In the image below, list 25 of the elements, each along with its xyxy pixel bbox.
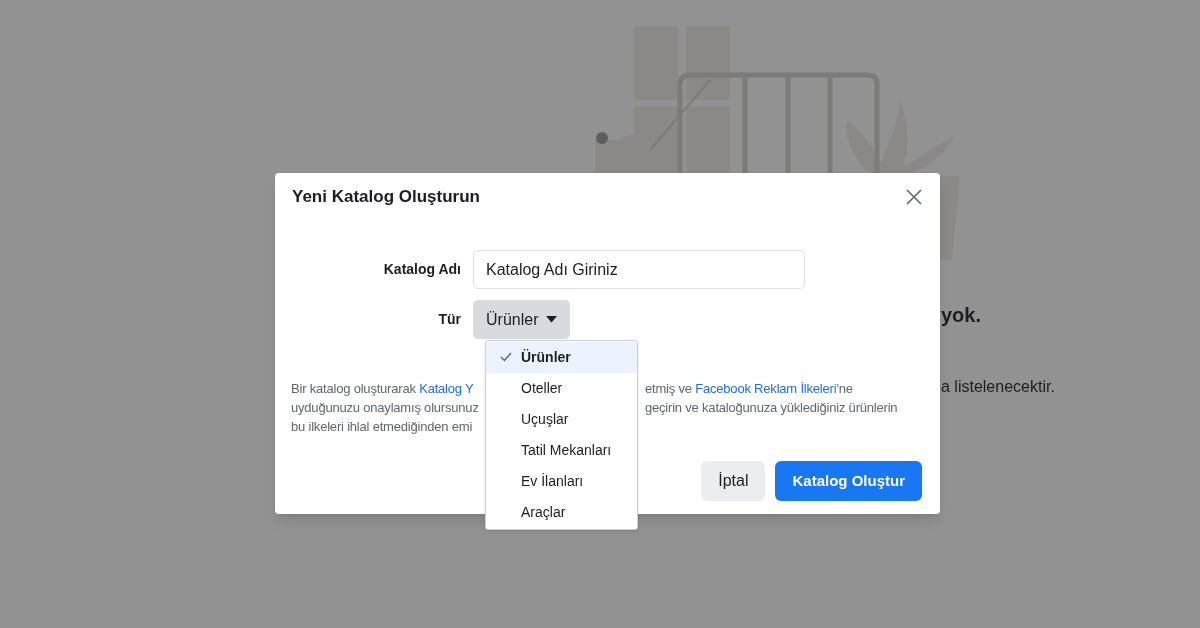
check-icon bbox=[500, 352, 512, 362]
dropdown-option[interactable]: Oteller bbox=[486, 373, 637, 404]
dropdown-option[interactable]: Ürünler bbox=[486, 342, 637, 373]
description-text: a listelenecektir. bbox=[941, 377, 1055, 397]
policy-link[interactable]: Katalog Y bbox=[419, 381, 474, 396]
dropdown-option[interactable]: Uçuşlar bbox=[486, 404, 637, 435]
dialog-title: Yeni Katalog Oluşturun bbox=[292, 186, 480, 209]
dropdown-option[interactable]: Tatil Mekanları bbox=[486, 435, 637, 466]
type-dropdown-button[interactable]: Ürünler bbox=[473, 300, 571, 339]
heading-text: yok. bbox=[941, 303, 982, 328]
notice-text: etmiş ve Facebook Reklam İlkeleri'ne bbox=[645, 381, 853, 396]
caret-icon bbox=[546, 316, 558, 323]
field-label: Tür bbox=[437, 310, 462, 329]
policy-link[interactable]: Facebook Reklam İlkeleri bbox=[695, 381, 837, 396]
dropdown-option[interactable]: Ev İlanları bbox=[486, 466, 637, 497]
cancel-button[interactable]: İptal bbox=[701, 461, 766, 501]
notice-text: Bir katalog oluşturarak Katalog Y bbox=[291, 381, 474, 396]
name-input-field[interactable]: Katalog Adı Giriniz bbox=[473, 250, 805, 289]
notice-text: uyduğunuzu onaylamış olursunuz bbox=[291, 400, 479, 415]
close-icon[interactable] bbox=[906, 189, 922, 205]
dropdown-option[interactable]: Araçlar bbox=[486, 497, 637, 528]
notice-text: bu ilkeleri ihlal etmediğinden emi bbox=[291, 419, 473, 434]
notice-text: geçirin ve kataloğunuza yüklediğiniz ürünlerin bbox=[645, 400, 898, 415]
field-label: Katalog Adı bbox=[382, 260, 462, 279]
create-button[interactable]: Katalog Oluştur bbox=[775, 461, 922, 501]
